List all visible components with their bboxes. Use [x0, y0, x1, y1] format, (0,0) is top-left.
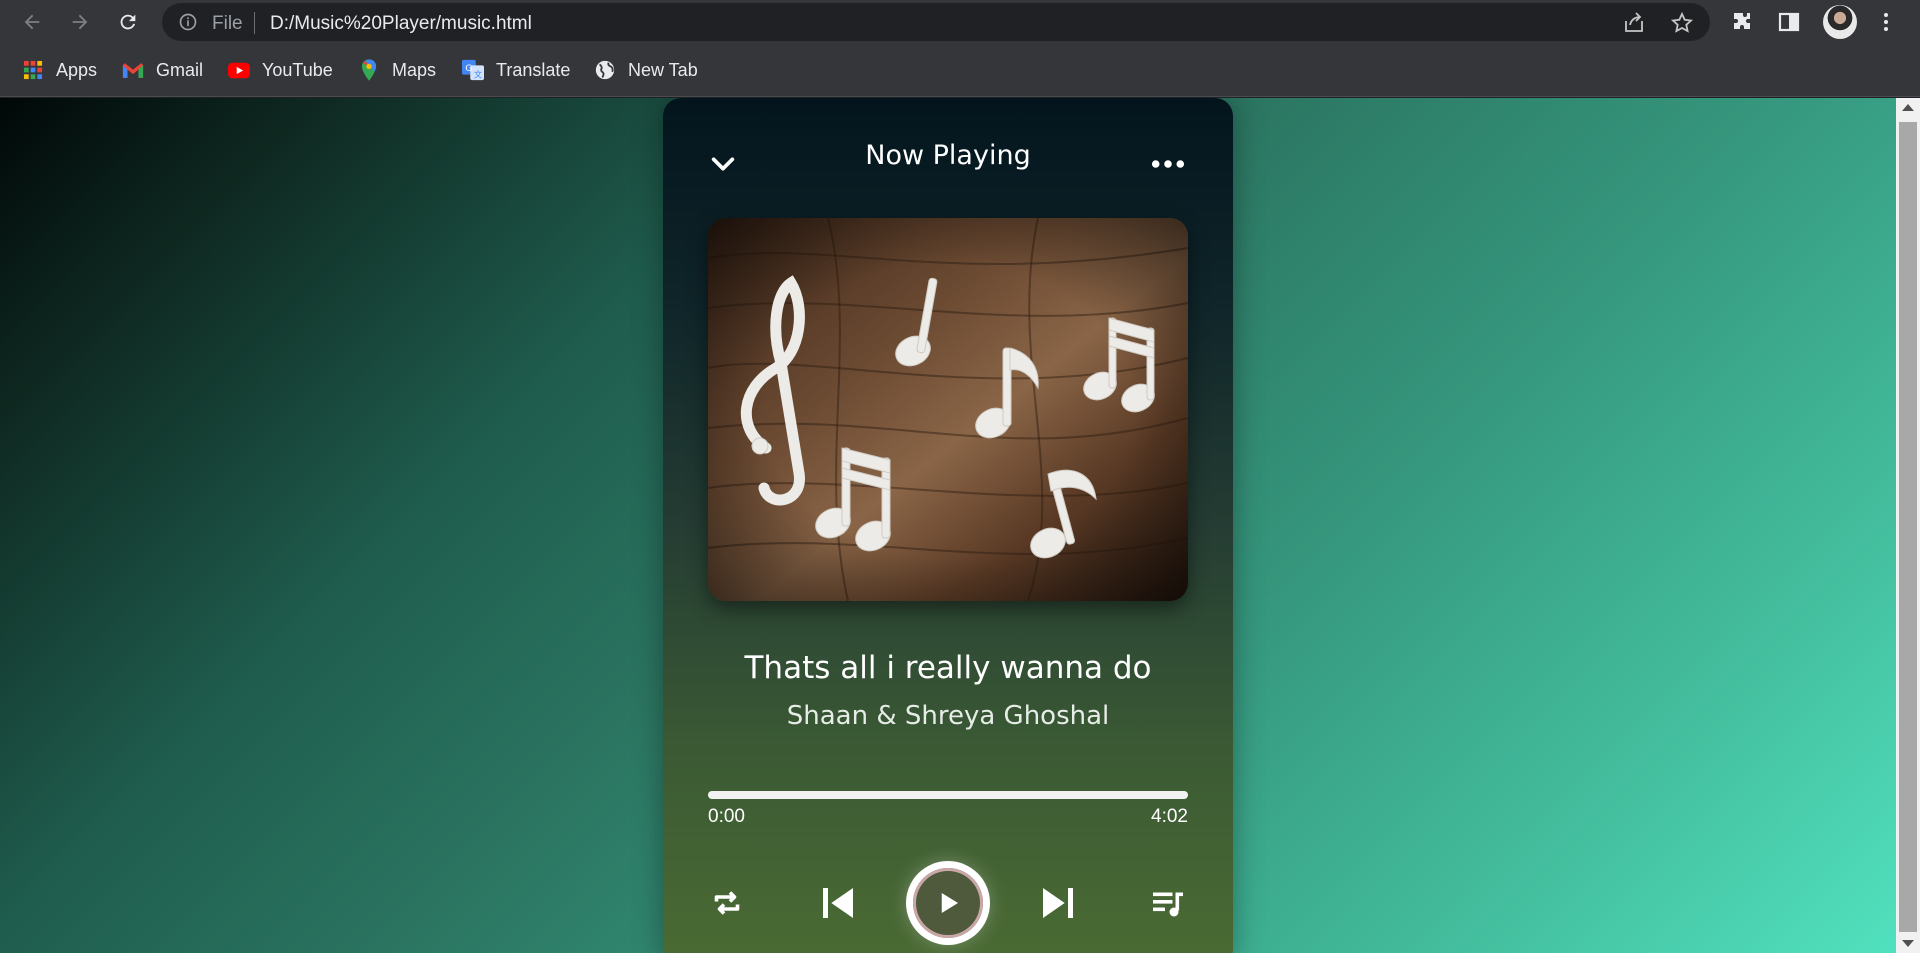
- puzzle-icon: [1734, 13, 1750, 29]
- song-artist: Shaan & Shreya Ghoshal: [786, 701, 1110, 731]
- song-title: Thats all i really wanna do: [744, 650, 1152, 686]
- play-button-inner: [913, 868, 983, 938]
- forward-button[interactable]: [64, 6, 96, 38]
- kebab-menu-icon: [1884, 13, 1888, 31]
- browser-toolbar: File D:/Music%20Player/music.html: [0, 0, 1920, 44]
- bookmark-label: Translate: [496, 59, 571, 80]
- url-text[interactable]: D:/Music%20Player/music.html: [270, 13, 532, 35]
- previous-track-button[interactable]: [813, 878, 863, 928]
- playlist-icon: [1153, 892, 1183, 917]
- arrow-right-icon: [72, 14, 88, 30]
- translate-icon: G 文: [462, 59, 484, 81]
- bookmark-translate[interactable]: G 文 Translate: [462, 56, 570, 84]
- bookmark-new-tab[interactable]: New Tab: [594, 56, 698, 84]
- progress-fill: [708, 791, 1188, 799]
- svg-text:G: G: [465, 63, 472, 74]
- reload-icon: [120, 14, 136, 30]
- duration-time: 4:02: [1151, 806, 1188, 827]
- omnibox-separator: [254, 12, 255, 34]
- current-time: 0:00: [708, 806, 745, 827]
- profile-avatar[interactable]: [1823, 5, 1857, 39]
- info-icon: [179, 13, 197, 31]
- globe-icon: [594, 59, 616, 81]
- more-horizontal-icon: [1151, 160, 1185, 168]
- skip-next-icon: [1043, 888, 1073, 918]
- share-icon[interactable]: [1622, 11, 1646, 35]
- bookmark-label: Gmail: [156, 59, 204, 80]
- scrollbar-thumb[interactable]: [1899, 122, 1917, 932]
- scroll-up-arrow-icon[interactable]: [1902, 104, 1914, 111]
- music-player-card: Now Playing Thats all i really wanna do …: [663, 98, 1233, 953]
- reload-button[interactable]: [112, 6, 144, 38]
- progress-bar[interactable]: [708, 791, 1188, 799]
- bookmark-label: New Tab: [628, 59, 698, 80]
- play-icon: [941, 893, 958, 913]
- repeat-icon: [714, 891, 740, 915]
- youtube-icon: [228, 59, 250, 81]
- browser-menu-button[interactable]: [1872, 8, 1900, 36]
- apps-grid-icon: [22, 59, 44, 81]
- side-panel-button[interactable]: [1775, 8, 1803, 36]
- skip-previous-icon: [823, 888, 853, 918]
- bookmark-youtube[interactable]: YouTube: [228, 56, 333, 84]
- maps-pin-icon: [358, 59, 380, 81]
- scroll-down-arrow-icon[interactable]: [1902, 940, 1914, 947]
- bookmark-apps[interactable]: Apps: [22, 56, 97, 84]
- arrow-left-icon: [24, 14, 40, 30]
- album-art: [708, 218, 1188, 601]
- bookmark-gmail[interactable]: Gmail: [122, 56, 203, 84]
- bookmark-label: YouTube: [262, 59, 333, 80]
- bookmark-label: Maps: [392, 59, 437, 80]
- page-viewport: Now Playing Thats all i really wanna do …: [0, 98, 1920, 953]
- svg-text:文: 文: [474, 69, 482, 79]
- bookmark-maps[interactable]: Maps: [358, 56, 436, 84]
- next-track-button[interactable]: [1033, 878, 1083, 928]
- play-button[interactable]: [906, 861, 990, 945]
- gmail-icon: [122, 59, 144, 81]
- extensions-button[interactable]: [1729, 8, 1757, 36]
- bookmarks-bar: Apps Gmail YouTube Maps G 文 Translate Ne…: [0, 44, 1920, 97]
- file-scheme-label: File: [212, 13, 243, 34]
- bookmark-star-icon[interactable]: [1670, 11, 1694, 35]
- bookmark-label: Apps: [56, 59, 98, 80]
- playlist-button[interactable]: [1145, 880, 1191, 926]
- more-options-button[interactable]: [1143, 142, 1193, 186]
- side-panel-icon: [1778, 12, 1800, 32]
- repeat-button[interactable]: [704, 880, 750, 926]
- page-scrollbar[interactable]: [1896, 98, 1920, 953]
- address-bar[interactable]: File D:/Music%20Player/music.html: [162, 3, 1710, 41]
- back-button[interactable]: [16, 6, 48, 38]
